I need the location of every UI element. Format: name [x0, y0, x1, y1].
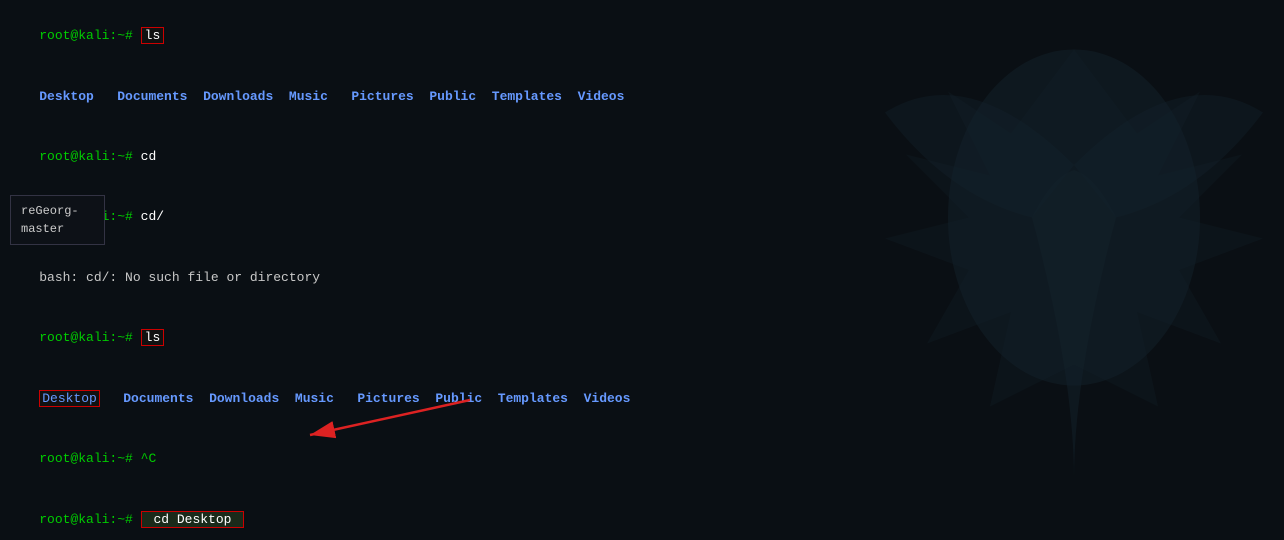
prompt-9: root@kali:~#: [39, 512, 140, 527]
prompt-6: root@kali:~#: [39, 330, 140, 345]
line-ctrl-c: root@kali:~# ^C: [8, 429, 1276, 489]
cmd-ls-1: ls: [141, 27, 165, 44]
dir-desktop-1: Desktop: [39, 89, 94, 104]
dir-music-2: Music: [295, 391, 334, 406]
line-cd: root@kali:~# cd: [8, 127, 1276, 187]
line-ls-2: root@kali:~# ls: [8, 308, 1276, 368]
dir-downloads-2: Downloads: [209, 391, 279, 406]
ls-output-1: Desktop Documents Downloads Music Pictur…: [8, 66, 1276, 126]
dir-documents-2: Documents: [123, 391, 193, 406]
bash-error-text: bash: cd/: No such file or directory: [39, 270, 320, 285]
line-bash-error: bash: cd/: No such file or directory: [8, 248, 1276, 308]
popup-line1: reGeorg-: [21, 202, 94, 220]
dir-public-1: Public: [429, 89, 476, 104]
dir-pictures-2: Pictures: [357, 391, 419, 406]
prompt-1: root@kali:~#: [39, 28, 140, 43]
cmd-cd-desktop: cd Desktop: [141, 511, 245, 528]
terminal: root@kali:~# ls Desktop Documents Downlo…: [0, 0, 1284, 540]
dir-templates-1: Templates: [492, 89, 562, 104]
dir-downloads-1: Downloads: [203, 89, 273, 104]
dir-desktop-2: Desktop: [39, 390, 100, 407]
dir-templates-2: Templates: [498, 391, 568, 406]
cmd-cd: cd: [141, 149, 157, 164]
dir-public-2: Public: [435, 391, 482, 406]
popup-box: reGeorg- master: [10, 195, 105, 245]
cmd-ls-2: ls: [141, 329, 165, 346]
dir-music-1: Music: [289, 89, 328, 104]
dir-documents-1: Documents: [117, 89, 187, 104]
prompt-8: root@kali:~#: [39, 451, 140, 466]
cmd-cd-slash: cd/: [141, 209, 164, 224]
ctrl-c-text: ^C: [141, 451, 157, 466]
line-cd-slash: root@kali:~# cd/: [8, 187, 1276, 247]
dir-videos-2: Videos: [584, 391, 631, 406]
dir-pictures-1: Pictures: [351, 89, 413, 104]
popup-line2: master: [21, 220, 94, 238]
line-cd-desktop: root@kali:~# cd Desktop: [8, 489, 1276, 540]
prompt-3: root@kali:~#: [39, 149, 140, 164]
line-ls-1: root@kali:~# ls: [8, 6, 1276, 66]
dir-videos-1: Videos: [578, 89, 625, 104]
ls-output-2: Desktop Documents Downloads Music Pictur…: [8, 369, 1276, 429]
